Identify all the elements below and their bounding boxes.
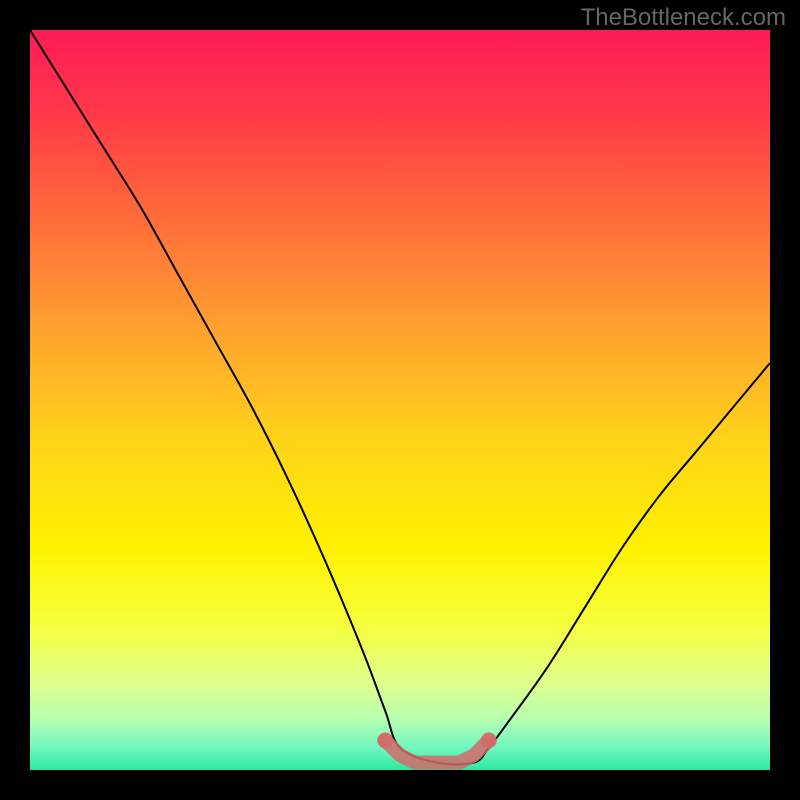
optimal-zone-marker [377,732,497,762]
chart-curves [30,30,770,770]
plot-area [30,30,770,770]
bottleneck-curve [30,30,770,764]
watermark-text: TheBottleneck.com [581,4,786,32]
